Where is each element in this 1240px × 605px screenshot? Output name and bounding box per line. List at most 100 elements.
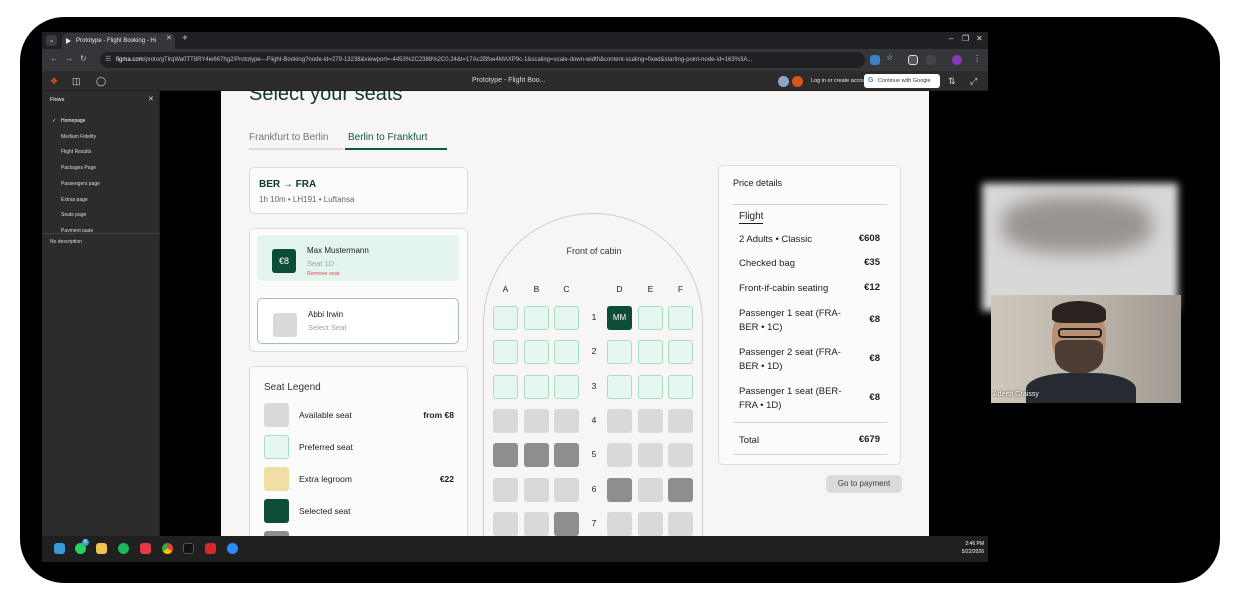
profile-avatar[interactable]	[952, 55, 962, 65]
seat-4d[interactable]	[607, 409, 632, 433]
seat-4c[interactable]	[554, 409, 579, 433]
file-explorer-icon[interactable]	[96, 543, 107, 554]
seat-4a[interactable]	[493, 409, 518, 433]
check-icon: ✓	[52, 118, 57, 124]
login-link[interactable]: Log in or create account	[811, 71, 870, 91]
seat-1b[interactable]	[524, 306, 549, 330]
tab-underline	[249, 148, 343, 150]
user-avatar[interactable]	[778, 76, 789, 87]
passenger-name: Abbi Irwin	[308, 310, 344, 319]
taskbar-clock[interactable]: 2:46 PM 5/22/2026	[957, 540, 984, 556]
extension-box-icon[interactable]	[908, 55, 918, 65]
settings-sliders-icon[interactable]: ⇅	[948, 76, 956, 87]
windows-start-icon[interactable]	[54, 543, 65, 554]
tab-close-icon[interactable]: ✕	[166, 34, 172, 42]
seat-7d[interactable]	[607, 512, 632, 536]
seat-4f[interactable]	[668, 409, 693, 433]
flow-item[interactable]: Extras page	[61, 197, 88, 203]
browser-menu-icon[interactable]: ⋮	[973, 54, 981, 63]
divider	[733, 454, 887, 455]
legend-label: Available seat	[299, 410, 352, 420]
price-details-title: Price details	[733, 178, 783, 188]
chrome-icon[interactable]	[162, 543, 173, 554]
app-icon-g[interactable]	[183, 543, 194, 554]
zoom-icon[interactable]	[227, 543, 238, 554]
seat-4e[interactable]	[638, 409, 663, 433]
spotify-icon[interactable]	[118, 543, 129, 554]
column-header: A	[502, 284, 509, 294]
flow-item[interactable]: Payment page	[61, 227, 93, 232]
app-icon[interactable]	[140, 543, 151, 554]
passenger-abbi[interactable]: Abbi Irwin Select Seat	[257, 298, 459, 344]
seat-6b[interactable]	[524, 478, 549, 502]
flow-item[interactable]: Medium Fidelity	[61, 134, 96, 140]
seat-2b[interactable]	[524, 340, 549, 364]
seat-7a[interactable]	[493, 512, 518, 536]
extension-icon[interactable]	[870, 55, 880, 65]
seat-7f[interactable]	[668, 512, 693, 536]
app-icon-star[interactable]	[205, 543, 216, 554]
seat-5e[interactable]	[638, 443, 663, 467]
seat-3c[interactable]	[554, 375, 579, 399]
seat-1c[interactable]	[554, 306, 579, 330]
flow-item[interactable]: Seats page	[61, 212, 86, 218]
seat-5f[interactable]	[668, 443, 693, 467]
seat-3b[interactable]	[524, 375, 549, 399]
tab-berlin-to-frankfurt[interactable]: Berlin to Frankfurt	[348, 132, 427, 143]
passenger-seat: Seat 1D	[307, 259, 335, 268]
new-tab-button[interactable]: +	[182, 33, 188, 44]
site-info-icon[interactable]: ☰	[105, 52, 111, 68]
seat-2e[interactable]	[638, 340, 663, 364]
seat-5d[interactable]	[607, 443, 632, 467]
restore-icon[interactable]: ❐	[962, 34, 969, 43]
flow-item[interactable]: Passengers page	[61, 181, 100, 187]
seat-3a[interactable]	[493, 375, 518, 399]
seat-1f[interactable]	[668, 306, 693, 330]
seat-2c[interactable]	[554, 340, 579, 364]
seat-6c[interactable]	[554, 478, 579, 502]
seat-6a[interactable]	[493, 478, 518, 502]
column-header: D	[616, 284, 623, 294]
user-avatar-2[interactable]	[792, 76, 803, 87]
seat-2f[interactable]	[668, 340, 693, 364]
seat-6e[interactable]	[638, 478, 663, 502]
reload-icon[interactable]: ↻	[80, 54, 87, 63]
remove-seat-link[interactable]: Remove seat	[307, 271, 339, 277]
minimize-icon[interactable]: –	[949, 34, 953, 43]
panel-toggle-icon[interactable]: ◫	[72, 76, 81, 87]
seat-6d-occupied	[607, 478, 632, 502]
browser-tab[interactable]: Prototype - Flight Booking - Hi	[62, 33, 175, 49]
seat-2d[interactable]	[607, 340, 632, 364]
seat-3e[interactable]	[638, 375, 663, 399]
seat-7b[interactable]	[524, 512, 549, 536]
url-field[interactable]: ☰ figma.com/proto/gTlrqWa0TT8RY4ie667hg2…	[100, 52, 865, 68]
seat-1d-selected[interactable]: MM	[607, 306, 632, 330]
figma-logo-icon[interactable]: ❖	[50, 76, 58, 87]
continue-with-google-button[interactable]: G Continue with Google	[864, 74, 940, 88]
close-window-icon[interactable]: ✕	[976, 34, 983, 43]
bookmark-star-icon[interactable]: ☆	[886, 53, 893, 62]
extensions-puzzle-icon[interactable]	[926, 55, 936, 65]
seat-3f[interactable]	[668, 375, 693, 399]
seat-2a[interactable]	[493, 340, 518, 364]
seat-1e[interactable]	[638, 306, 663, 330]
fullscreen-icon[interactable]: ⤢	[970, 76, 977, 87]
seat-3d[interactable]	[607, 375, 632, 399]
passenger-max[interactable]: €8 Max Mustermann Seat 1D Remove seat	[257, 235, 459, 281]
back-icon[interactable]: ←	[50, 54, 58, 63]
close-sidebar-icon[interactable]: ✕	[148, 95, 154, 103]
seat-price-badge: €8	[272, 249, 296, 273]
seat-7c-occupied	[554, 512, 579, 536]
tab-frankfurt-to-berlin[interactable]: Frankfurt to Berlin	[249, 132, 328, 143]
seat-7e[interactable]	[638, 512, 663, 536]
seat-4b[interactable]	[524, 409, 549, 433]
forward-icon[interactable]: →	[65, 54, 73, 63]
go-to-payment-button[interactable]: Go to payment	[826, 475, 902, 493]
flow-item[interactable]: Flight Results	[61, 149, 91, 155]
webcam-person-hair	[1052, 301, 1106, 323]
flow-item[interactable]: Packages Page	[61, 165, 96, 171]
seat-1a[interactable]	[493, 306, 518, 330]
comment-icon[interactable]: ◯	[96, 76, 106, 87]
flow-item-homepage[interactable]: Homepage	[61, 118, 85, 124]
tab-search-icon[interactable]: ⌄	[46, 35, 57, 46]
